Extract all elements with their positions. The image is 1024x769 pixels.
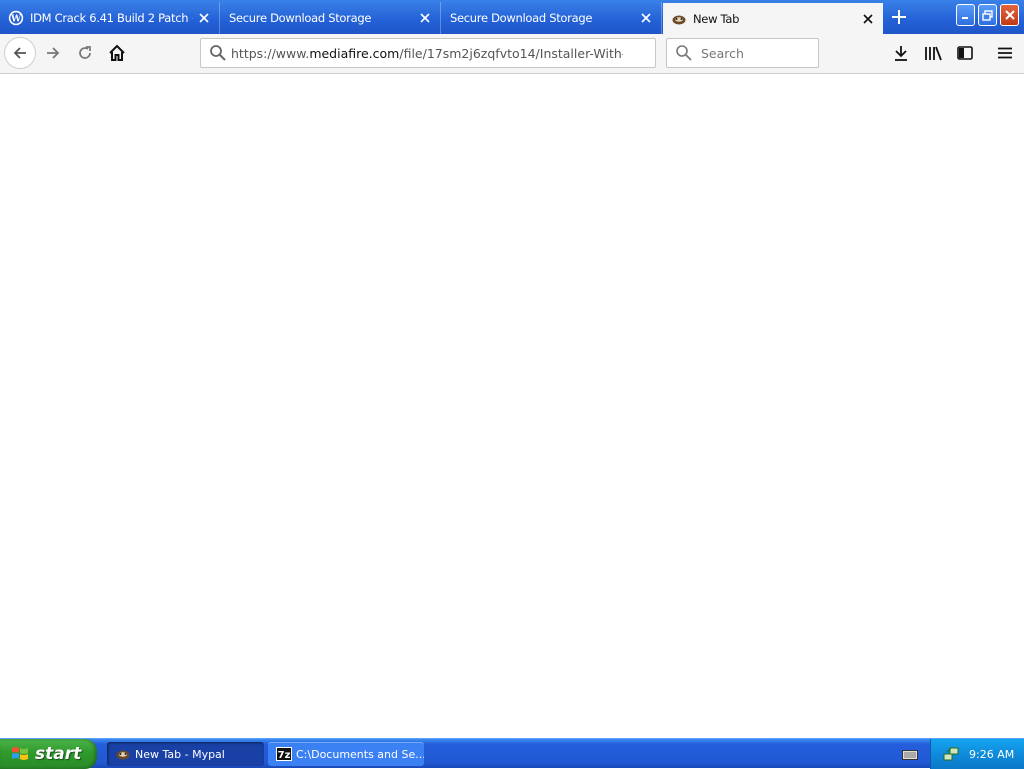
download-icon <box>895 46 907 61</box>
search-icon <box>210 45 226 61</box>
close-tab-icon[interactable] <box>635 7 657 29</box>
taskbar: start New Tab - Mypal 7z C:\Documents an… <box>0 738 1024 769</box>
taskbar-item-label: New Tab - Mypal <box>135 747 225 761</box>
tab-new-tab[interactable]: New Tab <box>663 3 883 34</box>
wordpress-icon: W <box>8 10 24 26</box>
tab-title: Secure Download Storage <box>229 11 372 25</box>
minimize-icon <box>962 16 968 19</box>
close-icon <box>1004 10 1015 20</box>
hamburger-menu-icon <box>998 47 1012 59</box>
home-icon <box>109 44 125 61</box>
plus-icon <box>892 10 906 24</box>
tab-title: IDM Crack 6.41 Build 2 Patch + S <box>30 11 193 25</box>
address-bar[interactable]: https://www.mediafire.com/file/17sm2j6zq… <box>200 38 656 68</box>
navigation-toolbar: https://www.mediafire.com/file/17sm2j6zq… <box>0 34 1024 74</box>
search-bar[interactable] <box>666 38 819 68</box>
reload-button[interactable] <box>70 38 100 68</box>
7zip-icon: 7z <box>276 747 292 761</box>
close-tab-icon[interactable] <box>857 8 879 30</box>
menu-button[interactable] <box>990 38 1020 68</box>
url-path: /file/17sm2j6zqfvto14/Installer-With-Pa% <box>399 45 623 61</box>
downloads-button[interactable] <box>886 38 916 68</box>
windows-logo-icon <box>12 747 28 760</box>
tab-title: New Tab <box>693 11 740 26</box>
arrow-left-icon <box>13 47 26 59</box>
arrow-right-icon <box>47 47 60 59</box>
restore-button[interactable] <box>978 4 997 26</box>
network-icon[interactable] <box>943 745 961 763</box>
close-tab-icon[interactable] <box>414 7 436 29</box>
tab-idm-crack[interactable]: W IDM Crack 6.41 Build 2 Patch + S <box>0 2 220 34</box>
taskbar-item-mypal[interactable]: New Tab - Mypal <box>107 742 264 766</box>
back-button[interactable] <box>4 37 36 69</box>
close-tab-icon[interactable] <box>193 7 215 29</box>
keyboard-icon[interactable] <box>902 747 918 766</box>
taskbar-item-7zip[interactable]: 7z C:\Documents and Se... <box>268 742 424 766</box>
ferret-icon <box>116 750 130 760</box>
tab-strip: W IDM Crack 6.41 Build 2 Patch + S Secur… <box>0 0 1024 35</box>
svg-text:W: W <box>10 15 22 25</box>
start-button[interactable]: start <box>0 739 97 769</box>
sidebar-toggle-button[interactable] <box>950 38 980 68</box>
url-domain: mediafire.com <box>309 45 400 61</box>
forward-button[interactable] <box>38 38 68 68</box>
new-tab-button[interactable] <box>884 3 914 31</box>
tab-secure-download-1[interactable]: Secure Download Storage <box>221 2 441 34</box>
clock[interactable]: 9:26 AM <box>969 748 1014 761</box>
url-prefix: https://www. <box>231 45 310 61</box>
ferret-icon <box>672 15 686 24</box>
start-label: start <box>35 744 82 764</box>
library-icon <box>925 46 942 61</box>
taskbar-item-label: C:\Documents and Se... <box>296 747 424 761</box>
svg-text:7z: 7z <box>278 750 291 761</box>
close-window-button[interactable] <box>1000 4 1019 26</box>
reload-icon <box>79 46 91 59</box>
page-content <box>0 74 1024 738</box>
search-input[interactable] <box>699 44 813 62</box>
minimize-button[interactable] <box>956 4 975 26</box>
library-button[interactable] <box>918 38 948 68</box>
restore-icon <box>982 9 993 21</box>
tab-title: Secure Download Storage <box>450 11 593 25</box>
search-icon <box>676 45 692 61</box>
home-button[interactable] <box>102 38 132 68</box>
system-tray: 9:26 AM <box>930 739 1024 769</box>
sidebar-icon <box>957 46 973 60</box>
tab-secure-download-2[interactable]: Secure Download Storage <box>442 2 662 34</box>
url-text[interactable]: https://www.mediafire.com/file/17sm2j6zq… <box>231 46 623 61</box>
